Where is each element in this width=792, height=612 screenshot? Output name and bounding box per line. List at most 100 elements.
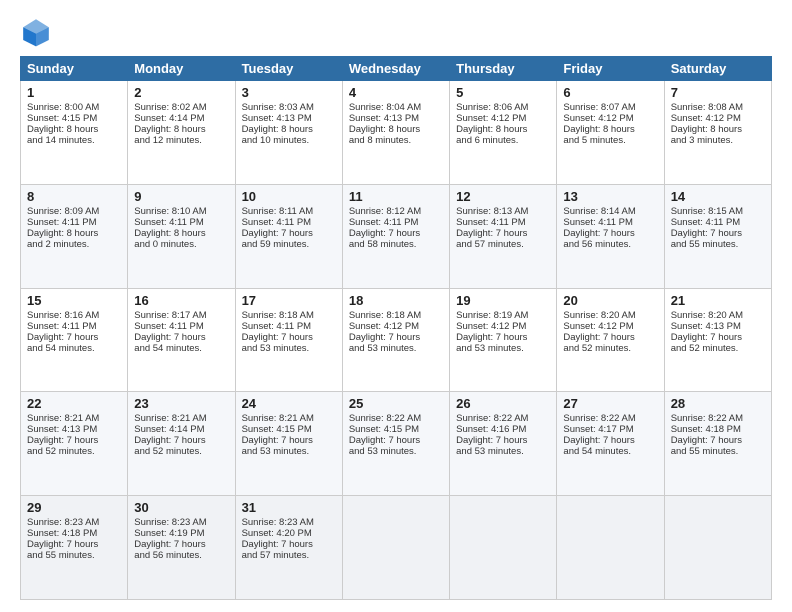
day-info: and 53 minutes. xyxy=(456,446,550,457)
day-info: Sunrise: 8:20 AM xyxy=(563,310,657,321)
calendar-header-wednesday: Wednesday xyxy=(342,57,449,81)
day-info: Sunrise: 8:21 AM xyxy=(242,413,336,424)
day-number: 6 xyxy=(563,85,657,100)
day-info: and 56 minutes. xyxy=(563,239,657,250)
day-info: Daylight: 7 hours xyxy=(456,228,550,239)
day-info: Sunset: 4:12 PM xyxy=(671,113,765,124)
calendar-cell: 20Sunrise: 8:20 AMSunset: 4:12 PMDayligh… xyxy=(557,288,664,392)
day-info: Sunset: 4:13 PM xyxy=(242,113,336,124)
day-info: Sunset: 4:13 PM xyxy=(349,113,443,124)
day-info: Daylight: 8 hours xyxy=(671,124,765,135)
day-info: and 57 minutes. xyxy=(242,550,336,561)
calendar-cell: 29Sunrise: 8:23 AMSunset: 4:18 PMDayligh… xyxy=(21,496,128,600)
calendar-cell: 28Sunrise: 8:22 AMSunset: 4:18 PMDayligh… xyxy=(664,392,771,496)
calendar-cell: 26Sunrise: 8:22 AMSunset: 4:16 PMDayligh… xyxy=(450,392,557,496)
day-info: and 58 minutes. xyxy=(349,239,443,250)
header xyxy=(20,16,772,48)
calendar-header-monday: Monday xyxy=(128,57,235,81)
day-info: and 6 minutes. xyxy=(456,135,550,146)
calendar-cell xyxy=(450,496,557,600)
day-info: Sunset: 4:11 PM xyxy=(349,217,443,228)
day-info: and 53 minutes. xyxy=(349,343,443,354)
calendar-cell: 15Sunrise: 8:16 AMSunset: 4:11 PMDayligh… xyxy=(21,288,128,392)
day-info: Daylight: 7 hours xyxy=(134,332,228,343)
day-number: 29 xyxy=(27,500,121,515)
day-info: Daylight: 8 hours xyxy=(134,228,228,239)
day-info: Daylight: 8 hours xyxy=(563,124,657,135)
day-info: and 52 minutes. xyxy=(671,343,765,354)
calendar-cell: 6Sunrise: 8:07 AMSunset: 4:12 PMDaylight… xyxy=(557,81,664,185)
day-info: and 54 minutes. xyxy=(563,446,657,457)
calendar-cell: 10Sunrise: 8:11 AMSunset: 4:11 PMDayligh… xyxy=(235,184,342,288)
day-info: Sunset: 4:11 PM xyxy=(242,321,336,332)
day-info: Daylight: 7 hours xyxy=(242,332,336,343)
day-info: and 54 minutes. xyxy=(134,343,228,354)
day-info: Sunrise: 8:21 AM xyxy=(134,413,228,424)
day-number: 19 xyxy=(456,293,550,308)
day-info: Sunrise: 8:23 AM xyxy=(27,517,121,528)
day-number: 22 xyxy=(27,396,121,411)
calendar-header-thursday: Thursday xyxy=(450,57,557,81)
calendar-cell: 18Sunrise: 8:18 AMSunset: 4:12 PMDayligh… xyxy=(342,288,449,392)
day-info: and 55 minutes. xyxy=(27,550,121,561)
day-info: and 52 minutes. xyxy=(134,446,228,457)
day-info: Sunrise: 8:23 AM xyxy=(134,517,228,528)
day-info: and 53 minutes. xyxy=(349,446,443,457)
calendar-cell: 17Sunrise: 8:18 AMSunset: 4:11 PMDayligh… xyxy=(235,288,342,392)
day-info: and 2 minutes. xyxy=(27,239,121,250)
calendar-week-2: 8Sunrise: 8:09 AMSunset: 4:11 PMDaylight… xyxy=(21,184,772,288)
calendar-cell: 9Sunrise: 8:10 AMSunset: 4:11 PMDaylight… xyxy=(128,184,235,288)
day-info: Daylight: 7 hours xyxy=(349,332,443,343)
calendar-cell: 16Sunrise: 8:17 AMSunset: 4:11 PMDayligh… xyxy=(128,288,235,392)
day-info: Daylight: 7 hours xyxy=(563,435,657,446)
day-info: and 59 minutes. xyxy=(242,239,336,250)
day-number: 27 xyxy=(563,396,657,411)
day-info: and 14 minutes. xyxy=(27,135,121,146)
day-info: Sunset: 4:13 PM xyxy=(671,321,765,332)
day-info: Sunrise: 8:00 AM xyxy=(27,102,121,113)
day-info: Sunset: 4:20 PM xyxy=(242,528,336,539)
calendar-cell xyxy=(342,496,449,600)
day-info: Sunrise: 8:11 AM xyxy=(242,206,336,217)
day-info: Daylight: 7 hours xyxy=(242,435,336,446)
day-info: Daylight: 7 hours xyxy=(242,228,336,239)
day-info: Sunrise: 8:06 AM xyxy=(456,102,550,113)
calendar-cell: 27Sunrise: 8:22 AMSunset: 4:17 PMDayligh… xyxy=(557,392,664,496)
day-info: Sunrise: 8:10 AM xyxy=(134,206,228,217)
calendar-cell: 3Sunrise: 8:03 AMSunset: 4:13 PMDaylight… xyxy=(235,81,342,185)
day-info: and 52 minutes. xyxy=(27,446,121,457)
day-number: 2 xyxy=(134,85,228,100)
day-info: Daylight: 7 hours xyxy=(563,332,657,343)
day-info: Sunset: 4:11 PM xyxy=(134,321,228,332)
day-info: Sunrise: 8:03 AM xyxy=(242,102,336,113)
day-number: 28 xyxy=(671,396,765,411)
day-number: 5 xyxy=(456,85,550,100)
day-number: 7 xyxy=(671,85,765,100)
day-number: 15 xyxy=(27,293,121,308)
day-number: 23 xyxy=(134,396,228,411)
day-info: Sunrise: 8:20 AM xyxy=(671,310,765,321)
calendar-week-1: 1Sunrise: 8:00 AMSunset: 4:15 PMDaylight… xyxy=(21,81,772,185)
day-info: Sunset: 4:12 PM xyxy=(563,113,657,124)
day-info: and 0 minutes. xyxy=(134,239,228,250)
day-number: 21 xyxy=(671,293,765,308)
day-info: Sunrise: 8:23 AM xyxy=(242,517,336,528)
day-number: 24 xyxy=(242,396,336,411)
day-info: and 53 minutes. xyxy=(242,446,336,457)
day-info: and 3 minutes. xyxy=(671,135,765,146)
day-info: Sunset: 4:14 PM xyxy=(134,113,228,124)
day-number: 30 xyxy=(134,500,228,515)
day-info: Daylight: 7 hours xyxy=(671,435,765,446)
calendar-cell: 24Sunrise: 8:21 AMSunset: 4:15 PMDayligh… xyxy=(235,392,342,496)
day-info: Sunrise: 8:16 AM xyxy=(27,310,121,321)
day-info: Daylight: 8 hours xyxy=(27,228,121,239)
calendar-cell: 19Sunrise: 8:19 AMSunset: 4:12 PMDayligh… xyxy=(450,288,557,392)
calendar-cell: 14Sunrise: 8:15 AMSunset: 4:11 PMDayligh… xyxy=(664,184,771,288)
day-info: Sunset: 4:19 PM xyxy=(134,528,228,539)
day-info: Daylight: 7 hours xyxy=(27,332,121,343)
day-info: and 55 minutes. xyxy=(671,446,765,457)
day-number: 10 xyxy=(242,189,336,204)
day-info: Daylight: 8 hours xyxy=(349,124,443,135)
calendar-cell: 8Sunrise: 8:09 AMSunset: 4:11 PMDaylight… xyxy=(21,184,128,288)
day-number: 16 xyxy=(134,293,228,308)
